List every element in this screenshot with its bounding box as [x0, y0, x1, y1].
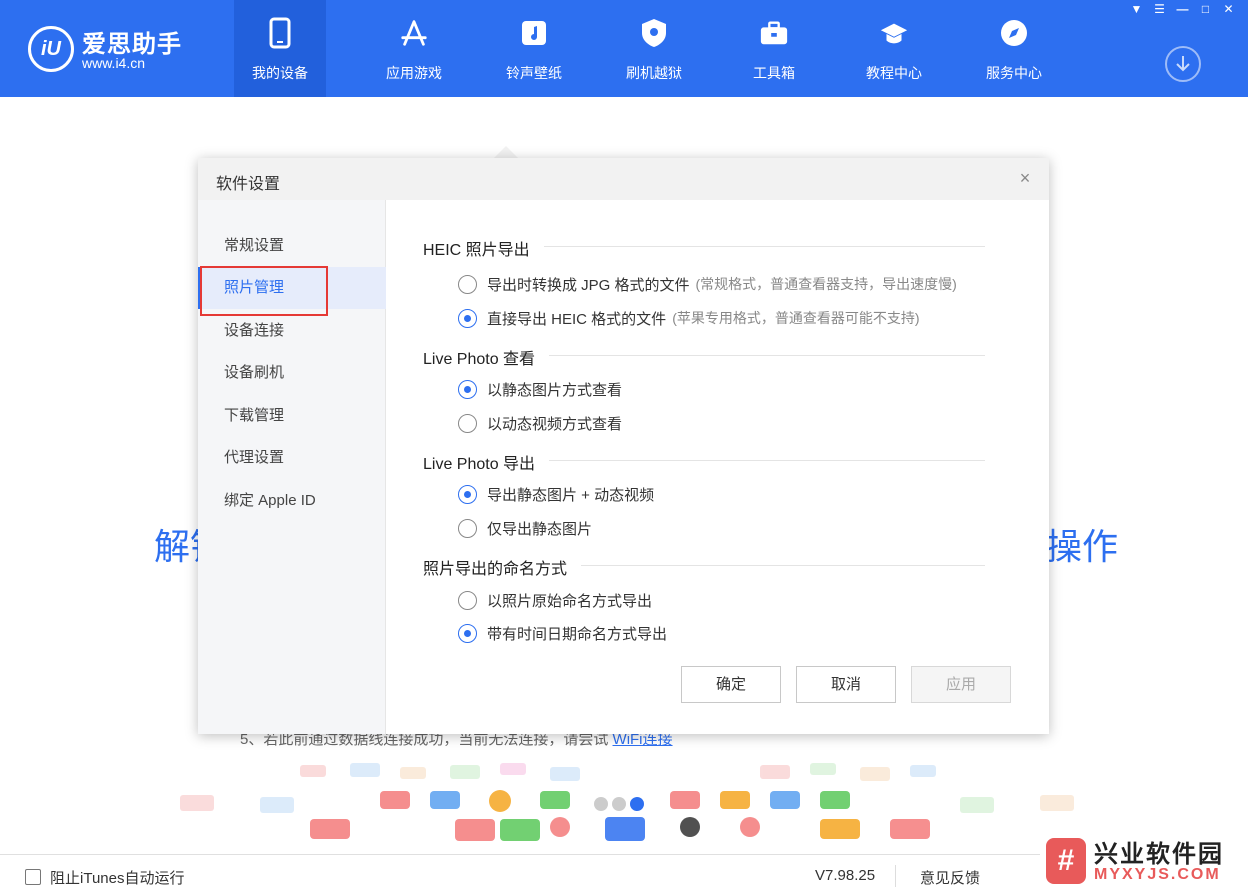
option-label: 以动态视频方式查看	[487, 415, 623, 433]
nav-my-device[interactable]: 我的设备	[234, 0, 326, 97]
radio-convert-jpg[interactable]	[458, 274, 477, 294]
carousel-dots	[594, 797, 644, 811]
carousel-dot[interactable]	[612, 797, 626, 811]
nav-label: 工具箱	[753, 65, 795, 81]
option-export-heic[interactable]: 直接导出 HEIC 格式的文件 (苹果专用格式，普通查看器可能不支持)	[458, 307, 920, 329]
nav-ringtones-wallpapers[interactable]: 铃声壁纸	[474, 0, 594, 97]
phone-icon	[265, 16, 295, 50]
radio-export-static-video[interactable]	[458, 484, 477, 504]
section-title-heic-export: HEIC 照片导出	[423, 236, 544, 260]
sidebar-item-device-connection[interactable]: 设备连接	[198, 310, 386, 352]
option-label: 带有时间日期命名方式导出	[487, 625, 668, 643]
watermark-name: 兴业软件园	[1094, 841, 1224, 868]
feedback-link[interactable]: 意见反馈	[920, 867, 980, 888]
nav-service-center[interactable]: 服务中心	[954, 0, 1074, 97]
block-itunes-checkbox[interactable]	[25, 869, 41, 885]
maximize-icon[interactable]: □	[1194, 0, 1217, 18]
sidebar-item-proxy-settings[interactable]: 代理设置	[198, 437, 386, 479]
app-store-icon	[399, 16, 429, 50]
nav-toolbox[interactable]: 工具箱	[714, 0, 834, 97]
logo-name: 爱思助手	[82, 31, 182, 58]
block-itunes-label[interactable]: 阻止iTunes自动运行	[50, 867, 184, 888]
highlight-box	[200, 266, 328, 316]
app-icon-cloud	[180, 763, 1074, 841]
logo-url: www.i4.cn	[82, 55, 146, 71]
minimize-icon[interactable]: —	[1171, 0, 1194, 18]
watermark-url: MYXYJS.COM	[1094, 866, 1221, 883]
option-label: 导出时转换成 JPG 格式的文件	[487, 276, 690, 294]
dialog-caret	[494, 146, 518, 158]
radio-export-static-only[interactable]	[458, 518, 477, 538]
ok-button[interactable]: 确定	[681, 666, 781, 703]
settings-content: HEIC 照片导出 导出时转换成 JPG 格式的文件 (常规格式，普通查看器支持…	[386, 200, 1049, 734]
nav-label: 铃声壁纸	[506, 65, 562, 81]
section-title-naming: 照片导出的命名方式	[423, 555, 582, 579]
sidebar-item-download-management[interactable]: 下载管理	[198, 395, 386, 437]
nav-tutorials[interactable]: 教程中心	[834, 0, 954, 97]
radio-name-original[interactable]	[458, 590, 477, 610]
nav-label: 应用游戏	[386, 65, 442, 81]
music-icon	[519, 16, 549, 50]
graduation-cap-icon	[879, 16, 909, 50]
dialog-header: 软件设置 ×	[198, 158, 1049, 200]
radio-export-heic[interactable]	[458, 308, 477, 328]
sidebar-item-bind-apple-id[interactable]: 绑定 Apple ID	[198, 480, 386, 522]
section-title-live-photo-export: Live Photo 导出	[423, 450, 550, 474]
toolbox-icon	[759, 16, 789, 50]
top-bar: iU 爱思助手 www.i4.cn 我的设备 应用游戏 铃声壁纸 刷机越狱 工具…	[0, 0, 1248, 97]
carousel-dot-active[interactable]	[630, 797, 644, 811]
arrow-down-icon	[1176, 56, 1190, 72]
settings-dialog: 软件设置 × 常规设置 照片管理 设备连接 设备刷机 下载管理 代理设置 绑定 …	[198, 158, 1049, 734]
compass-icon	[999, 16, 1029, 50]
option-convert-jpg[interactable]: 导出时转换成 JPG 格式的文件 (常规格式，普通查看器支持，导出速度慢)	[458, 273, 957, 295]
dialog-title: 软件设置	[216, 176, 281, 193]
option-note: (苹果专用格式，普通查看器可能不支持)	[672, 310, 920, 326]
nav-flash-jailbreak[interactable]: 刷机越狱	[594, 0, 714, 97]
section-title-live-photo-view: Live Photo 查看	[423, 345, 550, 369]
watermark: # 兴业软件园 MYXYJS.COM	[1040, 832, 1248, 896]
sidebar-item-general[interactable]: 常规设置	[198, 225, 386, 267]
radio-name-datetime[interactable]	[458, 623, 477, 643]
option-view-static[interactable]: 以静态图片方式查看	[458, 378, 622, 400]
main-nav: 我的设备 应用游戏 铃声壁纸 刷机越狱 工具箱 教程中心 服务中心	[234, 0, 1074, 97]
cancel-button[interactable]: 取消	[796, 666, 896, 703]
app-version: V7.98.25	[815, 867, 876, 884]
watermark-logo: #	[1046, 838, 1086, 884]
option-name-datetime[interactable]: 带有时间日期命名方式导出	[458, 622, 667, 644]
option-label: 以静态图片方式查看	[487, 381, 623, 399]
window-controls: ▼ ☰ — □ ✕	[1125, 0, 1240, 18]
nav-apps-games[interactable]: 应用游戏	[354, 0, 474, 97]
sidebar-item-device-flash[interactable]: 设备刷机	[198, 352, 386, 394]
close-icon[interactable]: ✕	[1217, 0, 1240, 18]
option-note: (常规格式，普通查看器支持，导出速度慢)	[695, 276, 957, 292]
option-label: 导出静态图片 + 动态视频	[487, 486, 655, 504]
shirt-icon[interactable]: ▼	[1125, 0, 1148, 18]
radio-view-static[interactable]	[458, 379, 477, 399]
carousel-dot[interactable]	[594, 797, 608, 811]
apply-button[interactable]: 应用	[911, 666, 1011, 703]
radio-view-video[interactable]	[458, 413, 477, 433]
option-label: 仅导出静态图片	[487, 520, 593, 538]
nav-label: 教程中心	[866, 65, 922, 81]
option-label: 以照片原始命名方式导出	[487, 592, 653, 610]
menu-icon[interactable]: ☰	[1148, 0, 1171, 18]
option-export-static-only[interactable]: 仅导出静态图片	[458, 517, 592, 539]
option-label: 直接导出 HEIC 格式的文件	[487, 310, 667, 328]
app-logo[interactable]: iU 爱思助手 www.i4.cn	[28, 22, 198, 74]
option-view-video[interactable]: 以动态视频方式查看	[458, 412, 622, 434]
background-heading-right: 操作	[1046, 526, 1119, 567]
nav-label: 服务中心	[986, 65, 1042, 81]
option-export-static-video[interactable]: 导出静态图片 + 动态视频	[458, 483, 654, 505]
nav-label: 我的设备	[252, 65, 308, 81]
status-divider	[895, 865, 896, 887]
option-name-original[interactable]: 以照片原始命名方式导出	[458, 589, 652, 611]
download-button[interactable]	[1165, 46, 1201, 82]
logo-badge: iU	[28, 26, 74, 72]
shield-icon	[639, 16, 669, 50]
dialog-close-icon[interactable]: ×	[1015, 168, 1035, 189]
nav-label: 刷机越狱	[626, 65, 682, 81]
